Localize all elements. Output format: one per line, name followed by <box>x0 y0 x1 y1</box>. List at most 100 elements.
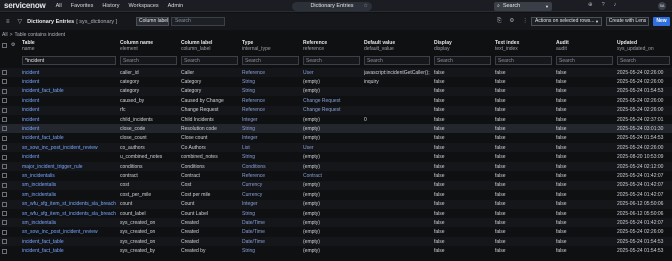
nav-history[interactable]: History <box>102 3 119 9</box>
filter-input-audit[interactable]: Search <box>556 56 613 65</box>
filter-input-display[interactable]: Search <box>434 56 491 65</box>
row-checkbox[interactable] <box>2 107 7 113</box>
cell-name[interactable]: incident_fact_table <box>22 135 116 141</box>
filter-input-column_label[interactable]: Search <box>181 56 238 65</box>
row-checkbox[interactable] <box>2 173 7 179</box>
row-checkbox[interactable] <box>2 182 7 188</box>
row-checkbox[interactable] <box>2 164 7 169</box>
cell-name[interactable]: sm_incidentalis <box>22 220 116 226</box>
column-header-text_index[interactable]: Text index text_index <box>495 40 519 52</box>
cell-name[interactable]: sn_sow_inc_post_incident_review <box>22 145 116 151</box>
filter-icon[interactable]: ▽ <box>18 18 23 25</box>
select-all-checkbox[interactable] <box>2 43 7 48</box>
cell-name[interactable]: incident_fact_table <box>22 248 116 254</box>
filter-input-reference[interactable]: Search <box>303 56 360 65</box>
table-row[interactable]: incident_fact_table sys_created_on Created… <box>0 237 672 247</box>
row-checkbox[interactable] <box>2 117 7 122</box>
column-header-default_value[interactable]: Default value default_value <box>364 40 395 52</box>
row-checkbox[interactable] <box>2 126 7 132</box>
row-checkbox[interactable] <box>2 239 7 245</box>
row-checkbox[interactable] <box>2 154 7 160</box>
column-header-column_label[interactable]: Column label column_label <box>181 40 212 52</box>
hamburger-icon[interactable]: ≡ <box>6 19 10 25</box>
column-header-reference[interactable]: Reference reference <box>303 40 327 52</box>
new-button[interactable]: New <box>653 16 670 26</box>
nav-favorites[interactable]: Favorites <box>71 3 94 9</box>
cell-reference[interactable]: (empty) <box>303 154 360 160</box>
nav-all[interactable]: All <box>56 3 62 9</box>
cell-reference[interactable]: (empty) <box>303 229 360 235</box>
table-row[interactable]: major_incident_trigger_rule conditions Con… <box>0 162 672 171</box>
filter-input-element[interactable]: Search <box>120 56 177 65</box>
attachment-icon[interactable]: ⎘ <box>497 18 501 25</box>
table-row[interactable]: sn_incidentalis contract Contract Reference… <box>0 171 672 180</box>
table-row[interactable]: incident close_code Resolution code String (… <box>0 124 672 134</box>
create-with-lens-button[interactable]: Create with Lens <box>606 16 649 26</box>
row-checkbox[interactable] <box>2 220 7 226</box>
cell-reference[interactable]: (empty) <box>303 182 360 188</box>
search-column-select[interactable]: Column label | column <box>136 16 169 26</box>
cell-reference[interactable]: (empty) <box>303 220 360 226</box>
cell-reference[interactable]: (empty) <box>303 211 360 217</box>
cell-name[interactable]: incident <box>22 79 116 85</box>
actions-select[interactable]: Actions on selected rows... ▼ <box>531 16 602 26</box>
cell-reference[interactable]: (empty) <box>303 164 360 170</box>
more-icon[interactable]: ⋮ <box>522 18 528 25</box>
list-search-input[interactable]: Search <box>171 16 225 26</box>
cell-name[interactable]: sm_incidentalis <box>22 182 116 188</box>
table-row[interactable]: incident caused_by Caused by Change Referen… <box>0 96 672 105</box>
row-checkbox[interactable] <box>2 211 7 216</box>
cell-reference[interactable]: (empty) <box>303 126 360 132</box>
row-checkbox[interactable] <box>2 70 7 75</box>
table-row[interactable]: incident rfc Change Request Reference Change… <box>0 105 672 115</box>
table-row[interactable]: incident child_incidents Child Incidents In… <box>0 115 672 124</box>
cell-reference[interactable]: (empty) <box>303 135 360 141</box>
table-row[interactable]: sm_incidentalis sys_created_on Created Date… <box>0 218 672 228</box>
column-header-element[interactable]: Column name element <box>120 40 153 52</box>
column-header-name[interactable]: Table name <box>22 40 35 52</box>
list-title[interactable]: Dictionary Entries[ sys_dictionary ] <box>27 19 117 25</box>
cell-reference[interactable]: User <box>303 70 360 76</box>
cell-reference[interactable]: (empty) <box>303 88 360 94</box>
row-checkbox[interactable] <box>2 135 7 141</box>
bell-icon[interactable]: ♪ <box>614 2 617 8</box>
cell-name[interactable]: incident <box>22 117 116 123</box>
cell-reference[interactable]: (empty) <box>303 79 360 85</box>
table-row[interactable]: incident category Category String (empty) inq… <box>0 77 672 86</box>
cell-name[interactable]: sn_wfu_sfg_item_st_incidents_sla_breache… <box>22 201 116 207</box>
row-checkbox[interactable] <box>2 192 7 198</box>
cell-name[interactable]: incident <box>22 154 116 160</box>
cell-name[interactable]: incident_fact_table <box>22 88 116 94</box>
cell-name[interactable]: sn_sow_inc_post_incident_review <box>22 229 116 235</box>
column-header-display[interactable]: Display display <box>434 40 452 52</box>
cell-name[interactable]: incident_fact_table <box>22 239 116 245</box>
cell-reference[interactable]: (empty) <box>303 248 360 254</box>
cell-reference[interactable]: (empty) <box>303 117 360 123</box>
global-search[interactable]: ⌕ Search ▼ <box>494 1 552 11</box>
cell-name[interactable]: major_incident_trigger_rule <box>22 164 116 170</box>
row-checkbox[interactable] <box>2 229 7 235</box>
cell-name[interactable]: incident <box>22 107 116 113</box>
cell-reference[interactable]: Contract <box>303 173 360 179</box>
cell-name[interactable]: sn_incidentalis <box>22 173 116 179</box>
filter-input-internal_type[interactable]: Search <box>242 56 299 65</box>
column-header-internal_type[interactable]: Type internal_type <box>242 40 271 52</box>
avatar[interactable]: SA <box>658 2 666 10</box>
cell-reference[interactable]: Change Request <box>303 107 360 113</box>
table-row[interactable]: sn_sow_inc_post_incident_review sys_creat… <box>0 228 672 237</box>
cell-reference[interactable]: (empty) <box>303 239 360 245</box>
table-row[interactable]: sn_wfu_sfg_item_st_incidents_sla_breache… <box>0 209 672 218</box>
cell-reference[interactable]: Change Request <box>303 98 360 104</box>
column-header-audit[interactable]: Audit audit <box>556 40 569 52</box>
table-row[interactable]: sm_incidentalis cost Cost Currency (empty) fa… <box>0 180 672 190</box>
filter-input-sys_updated_on[interactable]: Search <box>617 56 670 65</box>
row-checkbox[interactable] <box>2 248 7 254</box>
cell-name[interactable]: sm_incidentalis <box>22 192 116 198</box>
row-checkbox[interactable] <box>2 201 7 207</box>
table-row[interactable]: incident_fact_table sys_created_by Created… <box>0 247 672 256</box>
table-row[interactable]: incident_fact_table close_count Close coun… <box>0 134 672 143</box>
nav-admin[interactable]: Admin <box>168 3 184 9</box>
globe-icon[interactable]: ⊕ <box>588 2 593 8</box>
star-icon[interactable]: ☆ <box>364 3 368 9</box>
row-checkbox[interactable] <box>2 145 7 151</box>
